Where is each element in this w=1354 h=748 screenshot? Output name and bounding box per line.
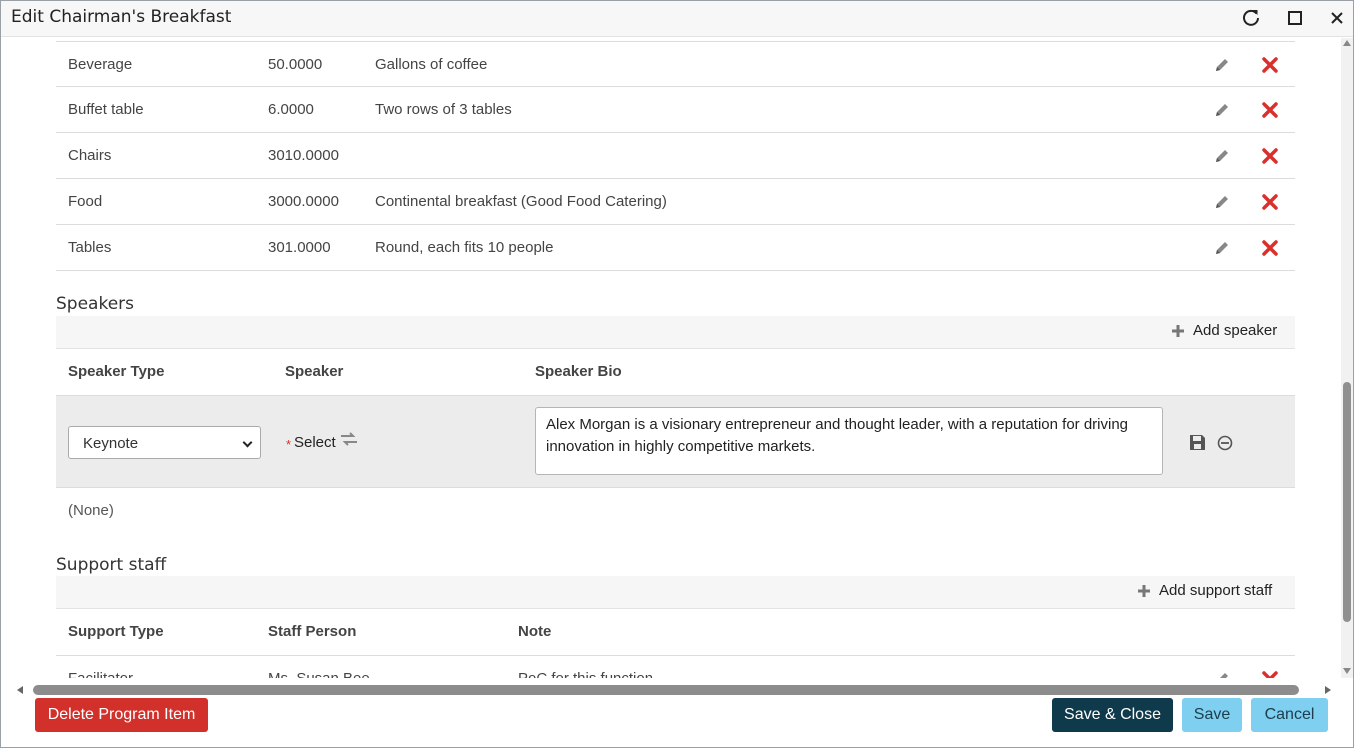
save-button[interactable]: Save (1182, 698, 1242, 732)
support-staff-section-title: Support staff (56, 555, 167, 575)
content-viewport: Beverage 50.0000 Gallons of coffee Buffe… (1, 38, 1341, 678)
horizontal-scrollbar[interactable] (15, 683, 1337, 697)
table-row: Beverage 50.0000 Gallons of coffee (56, 41, 1295, 87)
speaker-type-select[interactable]: Keynote (68, 426, 261, 459)
resource-name: Chairs (68, 147, 112, 164)
speaker-bio-textarea[interactable]: Alex Morgan is a visionary entrepreneur … (535, 407, 1163, 475)
resource-name: Beverage (68, 56, 133, 73)
dialog-footer: Delete Program Item Save & Close Save Ca… (1, 697, 1353, 747)
dialog-title: Edit Chairman's Breakfast (11, 7, 232, 27)
resource-note: Round, each fits 10 people (375, 239, 554, 256)
table-row: Facilitator Ms. Susan Bee PoC for this f… (56, 656, 1295, 678)
cancel-circle-icon[interactable] (1217, 435, 1233, 451)
resource-quantity: 6.0000 (268, 101, 314, 118)
delete-x-icon[interactable] (1261, 670, 1279, 678)
speakers-toolbar: Add speaker (56, 316, 1295, 349)
column-header-support-type: Support Type (68, 623, 164, 640)
chevron-down-icon (242, 437, 253, 448)
resource-quantity: 3000.0000 (268, 193, 339, 210)
delete-x-icon[interactable] (1261, 239, 1279, 257)
resource-name: Buffet table (68, 101, 144, 118)
pencil-icon[interactable] (1213, 239, 1231, 257)
resources-table: Beverage 50.0000 Gallons of coffee Buffe… (56, 41, 1295, 271)
delete-x-icon[interactable] (1261, 147, 1279, 165)
resource-quantity: 301.0000 (268, 239, 331, 256)
pencil-icon[interactable] (1213, 56, 1231, 74)
column-header-speaker-type: Speaker Type (68, 363, 165, 380)
required-marker: * (286, 437, 292, 452)
scroll-left-icon[interactable] (17, 686, 23, 694)
resource-name: Food (68, 193, 103, 210)
delete-program-item-button[interactable]: Delete Program Item (35, 698, 208, 732)
refresh-icon[interactable] (1239, 7, 1263, 29)
staff-person: Ms. Susan Bee (268, 670, 370, 678)
column-header-speaker-bio: Speaker Bio (535, 363, 622, 380)
horizontal-scroll-thumb[interactable] (33, 685, 1299, 695)
add-speaker-button[interactable]: Add speaker (1171, 322, 1277, 339)
save-and-close-button[interactable]: Save & Close (1052, 698, 1173, 732)
speakers-section-title: Speakers (56, 294, 135, 314)
plus-icon (1138, 584, 1150, 597)
table-row: Food 3000.0000 Continental breakfast (Go… (56, 179, 1295, 225)
add-support-staff-label: Add support staff (1159, 582, 1273, 599)
delete-x-icon[interactable] (1261, 56, 1279, 74)
delete-x-icon[interactable] (1261, 193, 1279, 211)
resource-name: Tables (68, 239, 112, 256)
speaker-edit-row: Keynote * Select Alex Morgan is a vision… (56, 395, 1295, 488)
table-row: Chairs 3010.0000 (56, 133, 1295, 179)
table-row: Tables 301.0000 Round, each fits 10 peop… (56, 225, 1295, 271)
delete-x-icon[interactable] (1261, 101, 1279, 119)
resource-note: Continental breakfast (Good Food Caterin… (375, 193, 667, 210)
edit-dialog: Edit Chairman's Breakfast Beverage 50.00… (0, 0, 1354, 748)
cancel-button[interactable]: Cancel (1251, 698, 1328, 732)
vertical-scroll-thumb[interactable] (1343, 382, 1351, 622)
add-support-staff-button[interactable]: Add support staff (1137, 582, 1272, 599)
swap-icon[interactable] (340, 432, 358, 446)
speaker-select-link[interactable]: Select (294, 434, 336, 451)
maximize-icon[interactable] (1283, 7, 1307, 29)
pencil-icon[interactable] (1213, 101, 1231, 119)
speaker-type-value: Keynote (83, 435, 139, 452)
column-header-speaker: Speaker (285, 363, 344, 380)
speakers-empty-text: (None) (68, 502, 114, 519)
title-bar: Edit Chairman's Breakfast (1, 1, 1353, 37)
pencil-icon[interactable] (1213, 147, 1231, 165)
resource-note: Two rows of 3 tables (375, 101, 512, 118)
table-row: Buffet table 6.0000 Two rows of 3 tables (56, 87, 1295, 133)
close-icon[interactable] (1325, 7, 1349, 29)
column-header-note: Note (518, 623, 552, 640)
support-staff-toolbar: Add support staff (56, 576, 1295, 609)
save-disk-icon[interactable] (1189, 434, 1206, 451)
pencil-icon[interactable] (1213, 193, 1231, 211)
vertical-scrollbar[interactable] (1341, 38, 1353, 678)
scroll-right-icon[interactable] (1325, 686, 1331, 694)
resource-note: Gallons of coffee (375, 56, 488, 73)
plus-icon (1172, 324, 1184, 337)
staff-note: PoC for this function (518, 670, 653, 678)
scroll-down-icon[interactable] (1343, 668, 1351, 674)
scroll-up-icon[interactable] (1343, 40, 1351, 46)
add-speaker-label: Add speaker (1193, 322, 1278, 339)
column-header-staff-person: Staff Person (268, 623, 357, 640)
pencil-icon[interactable] (1213, 670, 1231, 678)
support-type: Facilitator (68, 670, 133, 678)
support-staff-table: Facilitator Ms. Susan Bee PoC for this f… (56, 655, 1295, 678)
resource-quantity: 50.0000 (268, 56, 323, 73)
resource-quantity: 3010.0000 (268, 147, 339, 164)
